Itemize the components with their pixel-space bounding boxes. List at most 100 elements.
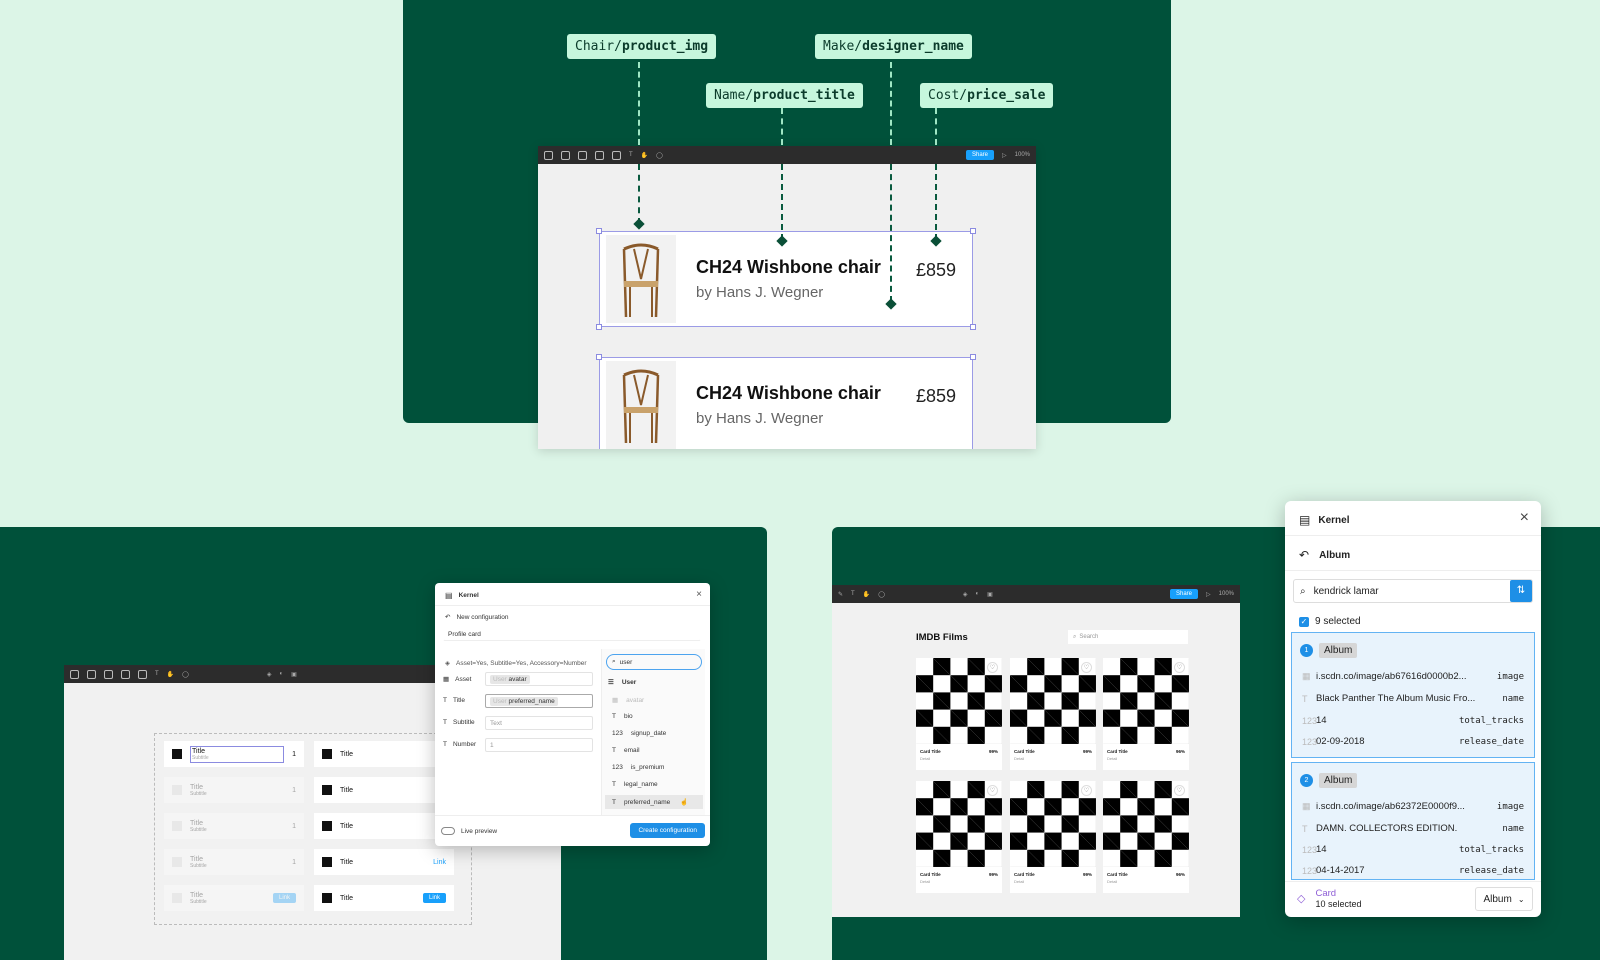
shape-icon[interactable] (121, 669, 130, 679)
filter-icon[interactable]: ⇅ (1510, 580, 1532, 602)
property-item[interactable]: ▦ avatar (612, 696, 644, 705)
field-number[interactable]: T Number (443, 741, 476, 748)
layers-icon[interactable]: ▣ (987, 591, 993, 598)
heart-icon[interactable]: ♡ (1081, 785, 1092, 796)
heart-icon[interactable]: ♡ (987, 785, 998, 796)
list-item[interactable]: Title (314, 741, 454, 767)
link-button[interactable]: Link (422, 893, 446, 903)
checkbox-checked-icon[interactable]: ✓ (1299, 616, 1309, 627)
create-configuration-button[interactable]: Create configuration (630, 823, 705, 838)
subtitle-input[interactable]: Text (485, 716, 593, 730)
live-preview-toggle[interactable]: Live preview (441, 827, 497, 835)
list-item[interactable]: Title Subtitle 1 (164, 813, 304, 839)
product-card[interactable]: CH24 Wishbone chair by Hans J. Wegner £8… (599, 357, 973, 449)
title-input[interactable]: User preferred_name (485, 694, 593, 708)
selection-handle[interactable] (970, 354, 976, 360)
contrast-icon[interactable]: ◐ (280, 671, 284, 677)
film-card[interactable]: ♡ Card Title Detail 99% (916, 658, 1002, 770)
property-item[interactable]: Tbio (612, 713, 633, 720)
select-all-row[interactable]: ✓ 9 selected (1299, 616, 1361, 627)
comment-icon[interactable]: ◯ (182, 671, 189, 678)
search-input[interactable]: ⌕ Search (1068, 630, 1188, 644)
property-item[interactable]: Temail (612, 747, 640, 754)
move-icon[interactable] (561, 150, 570, 160)
pen-icon[interactable] (138, 669, 147, 679)
hand-icon[interactable]: ✋ (863, 591, 870, 598)
list-item[interactable]: Title (314, 813, 454, 839)
pen-icon[interactable] (612, 150, 621, 160)
film-card[interactable]: ♡ Card Title Detail 99% (1010, 658, 1096, 770)
film-card[interactable]: ♡ Card Title Detail 99% (1010, 781, 1096, 893)
comment-icon[interactable]: ◯ (878, 591, 885, 598)
record-card[interactable]: 2 Album ▦ i.scdn.co/image/ab62372E0000f9.… (1291, 762, 1535, 880)
contrast-icon[interactable]: ◐ (976, 591, 980, 597)
back-arrow-icon[interactable]: ↶ (1299, 548, 1309, 562)
component-icon[interactable]: ◈ (267, 671, 272, 678)
property-item-hover[interactable]: Tpreferred_name ☝ (605, 795, 703, 809)
album-dropdown[interactable]: Album ⌄ (1475, 887, 1533, 911)
link-text[interactable]: Link (433, 859, 446, 866)
record-card[interactable]: 1 Album ▦ i.scdn.co/image/ab67616d0000b2.… (1291, 632, 1535, 758)
play-icon[interactable]: ▷ (1002, 152, 1007, 159)
component-icon[interactable]: ◈ (963, 591, 968, 598)
selection-handle[interactable] (596, 228, 602, 234)
film-card[interactable]: ♡ Card Title Detail 96% (1103, 781, 1189, 893)
config-name-input[interactable]: Profile card (443, 627, 701, 641)
records-search[interactable]: ⌕ kendrick lamar ⇅ (1293, 579, 1533, 603)
product-card[interactable]: CH24 Wishbone chair by Hans J. Wegner £8… (599, 231, 973, 327)
heart-icon[interactable]: ♡ (1174, 662, 1185, 673)
close-icon[interactable]: × (1520, 509, 1529, 527)
back-row[interactable]: ↶ New configuration (445, 613, 508, 622)
film-card[interactable]: ♡ Card Title Detail 96% (1103, 658, 1189, 770)
selection-handle[interactable] (596, 354, 602, 360)
zoom-level[interactable]: 100% (1015, 152, 1030, 158)
list-item[interactable]: Title Link (314, 885, 454, 911)
hand-icon[interactable]: ✋ (641, 152, 648, 159)
text-tool-icon[interactable]: T (851, 591, 855, 597)
frame-icon[interactable] (70, 669, 79, 679)
list-item[interactable]: Title Subtitle Link (164, 885, 304, 911)
share-button[interactable]: Share (966, 150, 995, 160)
number-input[interactable]: 1 (485, 738, 593, 752)
grid-icon[interactable] (104, 669, 113, 679)
heart-icon[interactable]: ♡ (1081, 662, 1092, 673)
asset-input[interactable]: User avatar (485, 672, 593, 686)
list-item[interactable]: Title Subtitle 1 (164, 777, 304, 803)
heart-icon[interactable]: ♡ (987, 662, 998, 673)
grid-icon[interactable] (578, 150, 587, 160)
toggle-icon[interactable] (441, 827, 455, 835)
hand-icon[interactable]: ✋ (167, 671, 174, 678)
close-icon[interactable]: × (696, 589, 702, 600)
selection-handle[interactable] (970, 228, 976, 234)
group-label: User (621, 678, 637, 686)
frame-icon[interactable] (544, 150, 553, 160)
selection-handle[interactable] (970, 324, 976, 330)
comment-icon[interactable]: ◯ (656, 152, 663, 159)
field-title[interactable]: T Title (443, 697, 465, 704)
property-search[interactable]: ⌕ user (606, 654, 702, 670)
field-subtitle[interactable]: T Subtitle (443, 719, 475, 726)
play-icon[interactable]: ▷ (1206, 591, 1211, 598)
shape-icon[interactable] (595, 150, 604, 160)
heart-icon[interactable]: ♡ (1174, 785, 1185, 796)
film-card[interactable]: ♡ Card Title Detail 99% (916, 781, 1002, 893)
zoom-level[interactable]: 100% (1219, 591, 1234, 597)
move-icon[interactable] (87, 669, 96, 679)
share-button[interactable]: Share (1170, 589, 1199, 599)
list-item[interactable]: Title Subtitle 1 (164, 849, 304, 875)
pen-icon[interactable]: ✎ (838, 591, 843, 598)
text-tool-icon[interactable]: T (629, 152, 633, 158)
text-tool-icon[interactable]: T (155, 671, 159, 677)
selection-handle[interactable] (596, 324, 602, 330)
property-item[interactable]: Tlegal_name (612, 781, 658, 788)
property-item[interactable]: 123 signup_date (612, 730, 666, 737)
back-arrow-icon[interactable]: ↶ (445, 613, 450, 621)
link-button[interactable]: Link (272, 893, 296, 903)
film-rating: 99% (1082, 749, 1092, 754)
list-item[interactable]: Title Subtitle 1 (164, 741, 304, 767)
back-row[interactable]: ↶ Album (1299, 548, 1350, 562)
list-item[interactable]: Title Link (314, 849, 454, 875)
list-item[interactable]: Title (314, 777, 454, 803)
property-item[interactable]: 123 is_premium (612, 764, 664, 771)
layers-icon[interactable]: ▣ (291, 671, 297, 678)
